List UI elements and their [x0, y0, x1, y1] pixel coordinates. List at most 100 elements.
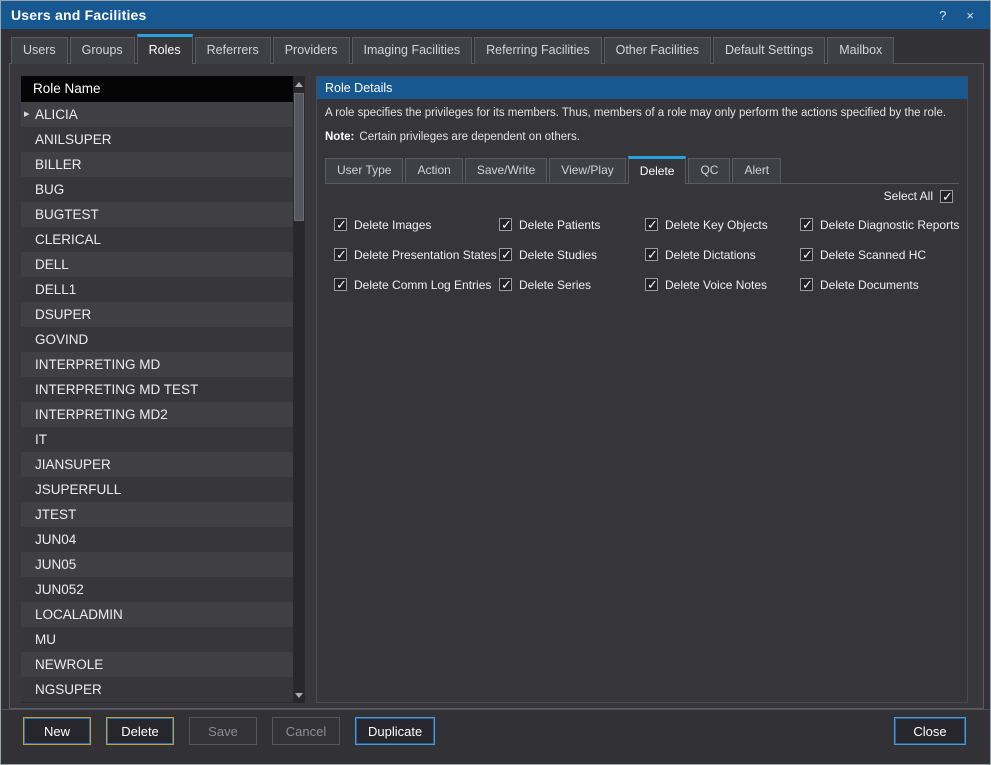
- privilege-label: Delete Studies: [519, 248, 597, 262]
- privilege-checkbox-item[interactable]: Delete Diagnostic Reports: [800, 218, 959, 231]
- role-name-label: LOCALADMIN: [35, 607, 123, 622]
- list-item[interactable]: INTERPRETING MD: [21, 352, 293, 377]
- save-button[interactable]: Save: [189, 717, 257, 745]
- list-item[interactable]: ANILSUPER: [21, 127, 293, 152]
- list-item[interactable]: JTEST: [21, 502, 293, 527]
- scrollbar-thumb[interactable]: [294, 93, 304, 221]
- list-item[interactable]: DELL: [21, 252, 293, 277]
- role-list-header-label: Role Name: [33, 81, 101, 96]
- role-name-label: DSUPER: [35, 307, 91, 322]
- delete-button[interactable]: Delete: [106, 717, 174, 745]
- triangle-up-icon: [295, 82, 303, 87]
- privilege-column: Delete Patients Delete Studies Delete Seri…: [499, 218, 600, 308]
- privilege-tab-delete[interactable]: Delete: [628, 156, 687, 184]
- list-item[interactable]: GOVIND: [21, 327, 293, 352]
- privilege-column: Delete Diagnostic Reports Delete Scanned …: [800, 218, 959, 308]
- title-bar[interactable]: Users and Facilities ? ×: [1, 1, 990, 29]
- duplicate-button[interactable]: Duplicate: [355, 717, 435, 745]
- list-item[interactable]: ▸ALICIA: [21, 102, 293, 127]
- role-name-label: CLERICAL: [35, 232, 101, 247]
- privilege-checkbox-item[interactable]: Delete Scanned HC: [800, 248, 959, 261]
- checkbox-icon[interactable]: [334, 218, 347, 231]
- privilege-checkbox-item[interactable]: Delete Key Objects: [645, 218, 768, 231]
- tab-referrers[interactable]: Referrers: [195, 37, 271, 64]
- scrollbar-up-button[interactable]: [293, 77, 305, 91]
- role-name-label: NGSUPER: [35, 682, 102, 697]
- list-item[interactable]: CLERICAL: [21, 227, 293, 252]
- privilege-checkbox-item[interactable]: Delete Documents: [800, 278, 959, 291]
- role-details-header: Role Details: [317, 77, 967, 99]
- list-item[interactable]: MU: [21, 627, 293, 652]
- scrollbar-down-button[interactable]: [293, 688, 305, 702]
- privilege-checkbox-item[interactable]: Delete Dictations: [645, 248, 768, 261]
- close-button[interactable]: Close: [894, 717, 966, 745]
- checkbox-icon[interactable]: [499, 278, 512, 291]
- checkbox-icon[interactable]: [334, 278, 347, 291]
- tab-default-settings[interactable]: Default Settings: [713, 37, 825, 64]
- privilege-tab-user-type[interactable]: User Type: [325, 158, 403, 183]
- privilege-grid: Delete ImagesDelete Presentation StatesD…: [317, 218, 967, 378]
- close-icon[interactable]: ×: [966, 8, 974, 23]
- cancel-button[interactable]: Cancel: [272, 717, 340, 745]
- select-all[interactable]: Select All: [884, 189, 953, 203]
- checkbox-icon[interactable]: [645, 218, 658, 231]
- role-name-label: MU: [35, 632, 56, 647]
- privilege-tab-qc[interactable]: QC: [688, 158, 730, 183]
- role-name-label: INTERPRETING MD2: [35, 407, 168, 422]
- privilege-checkbox-item[interactable]: Delete Comm Log Entries: [334, 278, 497, 291]
- privilege-tab-view-play[interactable]: View/Play: [549, 158, 625, 183]
- checkbox-icon[interactable]: [499, 248, 512, 261]
- list-item[interactable]: INTERPRETING MD2: [21, 402, 293, 427]
- privilege-tab-alert[interactable]: Alert: [732, 158, 781, 183]
- checkbox-icon[interactable]: [499, 218, 512, 231]
- list-item[interactable]: IT: [21, 427, 293, 452]
- tab-mailbox[interactable]: Mailbox: [827, 37, 894, 64]
- checkbox-icon[interactable]: [800, 278, 813, 291]
- new-button[interactable]: New: [23, 717, 91, 745]
- tab-other-facilities[interactable]: Other Facilities: [604, 37, 711, 64]
- checkbox-icon[interactable]: [800, 218, 813, 231]
- list-item[interactable]: BUGTEST: [21, 202, 293, 227]
- select-all-checkbox[interactable]: [940, 190, 953, 203]
- list-item[interactable]: DSUPER: [21, 302, 293, 327]
- list-item[interactable]: DELL1: [21, 277, 293, 302]
- privilege-checkbox-item[interactable]: Delete Studies: [499, 248, 600, 261]
- role-note: Note:Certain privileges are dependent on…: [325, 131, 580, 143]
- checkbox-icon[interactable]: [800, 248, 813, 261]
- note-text: Certain privileges are dependent on othe…: [359, 131, 580, 143]
- privilege-checkbox-item[interactable]: Delete Presentation States: [334, 248, 497, 261]
- tab-roles[interactable]: Roles: [137, 34, 193, 64]
- tab-providers[interactable]: Providers: [273, 37, 350, 64]
- list-item[interactable]: INTERPRETING MD TEST: [21, 377, 293, 402]
- tab-groups[interactable]: Groups: [70, 37, 135, 64]
- privilege-label: Delete Images: [354, 218, 431, 232]
- privilege-label: Delete Voice Notes: [665, 278, 767, 292]
- privilege-column: Delete Images Delete Presentation States D…: [334, 218, 497, 308]
- checkbox-icon[interactable]: [645, 248, 658, 261]
- role-list-header[interactable]: Role Name: [21, 76, 293, 102]
- list-item[interactable]: JUN052: [21, 577, 293, 602]
- help-icon[interactable]: ?: [939, 8, 946, 23]
- privilege-tab-save-write[interactable]: Save/Write: [465, 158, 547, 183]
- privilege-checkbox-item[interactable]: Delete Voice Notes: [645, 278, 768, 291]
- tab-imaging-facilities[interactable]: Imaging Facilities: [352, 37, 473, 64]
- list-item[interactable]: NEWROLE: [21, 652, 293, 677]
- list-item[interactable]: JUN05: [21, 552, 293, 577]
- privilege-checkbox-item[interactable]: Delete Images: [334, 218, 497, 231]
- role-list-scrollbar[interactable]: [293, 76, 305, 703]
- privilege-tab-action[interactable]: Action: [405, 158, 462, 183]
- checkbox-icon[interactable]: [645, 278, 658, 291]
- tab-users[interactable]: Users: [11, 37, 68, 64]
- list-item[interactable]: NGSUPER: [21, 677, 293, 702]
- list-item[interactable]: BUG: [21, 177, 293, 202]
- list-item[interactable]: LOCALADMIN: [21, 602, 293, 627]
- list-item[interactable]: JSUPERFULL: [21, 477, 293, 502]
- privilege-checkbox-item[interactable]: Delete Patients: [499, 218, 600, 231]
- checkbox-icon[interactable]: [334, 248, 347, 261]
- role-details-title: Role Details: [325, 81, 392, 95]
- list-item[interactable]: JUN04: [21, 527, 293, 552]
- list-item[interactable]: BILLER: [21, 152, 293, 177]
- tab-referring-facilities[interactable]: Referring Facilities: [474, 37, 602, 64]
- privilege-checkbox-item[interactable]: Delete Series: [499, 278, 600, 291]
- list-item[interactable]: JIANSUPER: [21, 452, 293, 477]
